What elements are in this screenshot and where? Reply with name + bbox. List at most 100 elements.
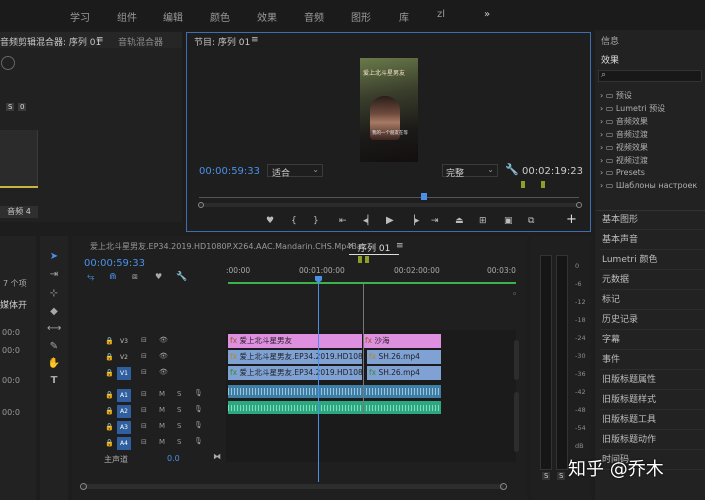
clip-v1-a[interactable]: fx 爱上北斗星男友.EP34.2019.HD1080P.X264.AAC.M xyxy=(228,366,362,380)
sync-icon[interactable]: ⊟ xyxy=(141,438,147,446)
panel-markers[interactable]: 标记 xyxy=(600,291,705,310)
scroll-handle-icon[interactable]: ◦ xyxy=(512,290,517,300)
program-tab-menu-icon[interactable]: ≡ xyxy=(251,35,259,45)
quality-dropdown[interactable]: 完整 ⌄ xyxy=(442,164,498,179)
ripple-edit-tool-icon[interactable]: ⊹ xyxy=(47,287,61,301)
wrench-icon[interactable]: 🔧 xyxy=(176,272,187,282)
menu-edit[interactable]: 编辑 xyxy=(163,9,183,24)
panel-history[interactable]: 历史记录 xyxy=(600,311,705,330)
go-to-out-button[interactable]: ⇥ xyxy=(431,216,439,226)
timeline-horizontal-scrollbar[interactable] xyxy=(82,484,504,489)
menu-graphics[interactable]: 图形 xyxy=(351,9,371,24)
film-icon[interactable]: ⊟ xyxy=(141,368,147,376)
panel-metadata[interactable]: 元数据 xyxy=(600,271,705,290)
tree-item-video-effects[interactable]: › ▭ 视频效果 xyxy=(600,142,648,153)
razor-tool-icon[interactable]: ◆ xyxy=(47,305,61,319)
menu-learn[interactable]: 学习 xyxy=(70,9,90,24)
step-forward-button[interactable]: ▕▸ xyxy=(408,216,419,226)
film-icon[interactable]: ⊟ xyxy=(141,352,147,360)
play-button[interactable]: ▶ xyxy=(386,215,394,226)
nest-icon[interactable]: ⥃ xyxy=(87,272,94,282)
menu-zl[interactable]: zl xyxy=(437,9,445,20)
sync-icon[interactable]: ⊟ xyxy=(141,390,147,398)
time-ruler[interactable] xyxy=(226,262,516,284)
microphone-icon[interactable]: 🎙 xyxy=(194,421,203,429)
type-tool-icon[interactable]: T xyxy=(47,374,61,388)
panel-events[interactable]: 事件 xyxy=(600,351,705,370)
clip-v3-a[interactable]: fx 爱上北斗星男友 xyxy=(228,334,362,348)
tab-menu-icon[interactable]: ≡ xyxy=(96,35,104,45)
panel-captions[interactable]: 字幕 xyxy=(600,331,705,350)
menu-libraries[interactable]: 库 xyxy=(399,9,409,24)
fader-area[interactable] xyxy=(0,130,38,188)
menu-color[interactable]: 颜色 xyxy=(210,9,230,24)
panel-legacy-title-actions[interactable]: 旧版标题动作 xyxy=(600,431,705,450)
lock-icon[interactable]: 🔒 xyxy=(105,337,114,345)
timeline-timecode[interactable]: 00:00:59:33 xyxy=(84,258,145,269)
zero-button[interactable]: 0 xyxy=(18,103,27,111)
playhead-line[interactable] xyxy=(318,282,319,482)
solo-button[interactable]: S xyxy=(177,422,181,430)
panel-legacy-title-properties[interactable]: 旧版标题属性 xyxy=(600,371,705,390)
wrench-icon[interactable]: 🔧 xyxy=(505,163,519,176)
clip-v1-b[interactable]: fx SH.26.mp4 xyxy=(367,366,441,380)
mark-out-button[interactable]: } xyxy=(313,216,319,226)
tab-program[interactable]: 节目: 序列 01 xyxy=(194,35,250,48)
lock-icon[interactable]: 🔒 xyxy=(105,391,114,399)
zoom-handle-right[interactable] xyxy=(576,202,582,208)
tree-item-audio-effects[interactable]: › ▭ 音频效果 xyxy=(600,116,648,127)
lock-icon[interactable]: 🔒 xyxy=(105,407,114,415)
solo-button[interactable]: S xyxy=(177,438,181,446)
lock-icon[interactable]: 🔒 xyxy=(105,353,114,361)
go-to-in-button[interactable]: ⇤ xyxy=(339,216,347,226)
tree-item-presets-en[interactable]: › ▭ Presets xyxy=(600,168,645,177)
extract-icon[interactable]: ⊞ xyxy=(479,216,487,226)
microphone-icon[interactable]: 🎙 xyxy=(194,437,203,445)
menu-audio[interactable]: 音频 xyxy=(304,9,324,24)
lock-icon[interactable]: 🔒 xyxy=(105,423,114,431)
lock-icon[interactable]: 🔒 xyxy=(105,439,114,447)
solo-button[interactable]: S xyxy=(177,406,181,414)
clip-v2-b[interactable]: fx SH.26.mp4 xyxy=(367,350,441,364)
tab-close-icon[interactable]: × xyxy=(347,241,355,251)
scroll-handle-left[interactable] xyxy=(80,483,87,490)
panel-essential-graphics[interactable]: 基本图形 xyxy=(600,211,705,230)
eye-icon[interactable]: 👁 xyxy=(159,368,168,376)
panel-essential-sound[interactable]: 基本声音 xyxy=(600,231,705,250)
meter-solo-left[interactable]: S xyxy=(542,472,551,480)
tree-item-presets[interactable]: › ▭ 预设 xyxy=(600,90,632,101)
eye-icon[interactable]: 👁 xyxy=(159,336,168,344)
sync-icon[interactable]: ⊟ xyxy=(141,422,147,430)
zoom-scrollbar[interactable] xyxy=(199,203,579,207)
track-label-v1[interactable]: V1 xyxy=(117,367,131,380)
eye-icon[interactable]: 👁 xyxy=(159,352,168,360)
selection-tool-icon[interactable]: ➤ xyxy=(47,250,61,264)
mute-button[interactable]: M xyxy=(159,438,165,446)
video-preview[interactable]: 爱上北斗星男友 我的一个朋友在等 xyxy=(360,58,418,162)
snap-icon[interactable]: ⋒ xyxy=(109,272,117,282)
lift-icon[interactable]: ⏏ xyxy=(455,216,464,226)
menu-effects[interactable]: 效果 xyxy=(257,9,277,24)
tab-sequence-01[interactable]: 序列 01 xyxy=(358,241,390,254)
info-tab[interactable]: 信息 xyxy=(601,34,619,47)
program-timecode-current[interactable]: 00:00:59:33 xyxy=(199,166,260,177)
pan-knob-icon[interactable] xyxy=(1,56,15,70)
camera-icon[interactable]: ▣ xyxy=(504,216,513,226)
scrubber-track[interactable] xyxy=(199,197,579,198)
track-label-v2[interactable]: V2 xyxy=(117,351,131,364)
clip-v2-a[interactable]: fx 爱上北斗星男友.EP34.2019.HD1080P.X264.AAC.M xyxy=(228,350,362,364)
panel-legacy-title-tools[interactable]: 旧版标题工具 xyxy=(600,411,705,430)
track-label-a3[interactable]: A3 xyxy=(117,421,131,434)
tree-item-presets-ru[interactable]: › ▭ Шаблоны настроек xyxy=(600,181,697,190)
pen-tool-icon[interactable]: ✎ xyxy=(47,340,61,354)
solo-button[interactable]: S xyxy=(6,103,15,111)
tree-item-lumetri-presets[interactable]: › ▭ Lumetri 预设 xyxy=(600,103,665,114)
step-back-button[interactable]: ◂▏ xyxy=(363,216,374,226)
tree-item-audio-transitions[interactable]: › ▭ 音频过渡 xyxy=(600,129,648,140)
linked-selection-icon[interactable]: ⧈ xyxy=(132,272,138,282)
tab-source-clip[interactable]: 爱上北斗星男友.EP34.2019.HD1080P.X264.AAC.Manda… xyxy=(90,241,362,252)
video-vertical-scrollbar[interactable] xyxy=(514,340,519,380)
tab-track-mixer[interactable]: 音轨混合器 xyxy=(118,35,163,48)
scrubber-playhead[interactable] xyxy=(421,193,427,200)
master-track-value[interactable]: 0.0 xyxy=(167,454,180,463)
